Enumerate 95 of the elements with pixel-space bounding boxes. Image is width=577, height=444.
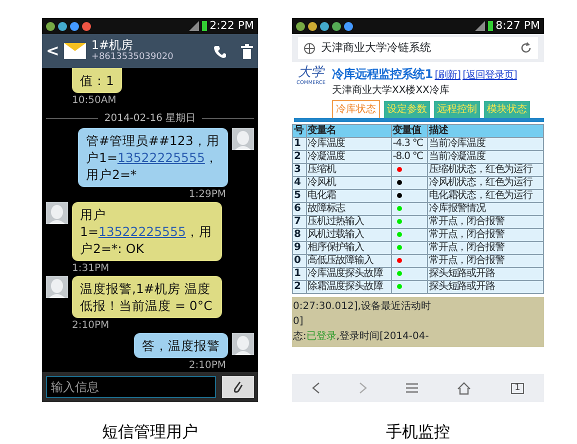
table-cell: 压缩机 [306,164,392,176]
paperclip-icon [232,380,244,394]
tabs-button[interactable]: 1 [510,382,524,394]
table-cell: 电化霜状态，红色为运行 [428,190,544,202]
avatar-icon [232,128,254,150]
table-cell: 冷凝温度 [306,150,392,164]
status-line: 0] [293,315,304,329]
status-time: 8:27 PM [496,18,540,34]
message-bubble: 管#管理员##123，用户1=13522225555，用户2=* [78,128,228,187]
caption: 短信管理用户 [101,421,199,443]
header-link[interactable]: [返回登录页] [462,68,517,83]
avatar-icon [232,333,254,355]
table-cell: 1 [292,268,306,280]
table-cell: 冷库报警情况 [428,202,544,216]
table-cell: 5 [292,190,306,202]
table-cell: 常开点，闭合报警 [428,228,544,242]
table-cell: 8 [292,228,306,242]
caption: 手机监控 [385,421,451,443]
table-cell: 电化霜 [306,190,392,202]
column-header: 描述 [428,124,544,138]
globe-icon [304,42,315,54]
table-cell: 2 [292,280,306,294]
table-cell: 冷风机状态，红色为运行 [428,176,544,190]
table-cell: 相序保护输入 [306,242,392,254]
table-cell: -4.3 ℃ [391,138,428,150]
table-cell: 压机过热输入 [306,216,392,228]
table-cell: 高低压故障输入 [306,254,392,268]
table-cell: 7 [292,216,306,228]
delete-button[interactable] [240,42,254,60]
table-cell: 除霜温度探头故障 [306,280,392,294]
table-cell: 常开点，闭合报警 [428,216,544,228]
message-bubble: 温度报警,1#机房 温度低报！当前温度 = 0°C [72,276,222,318]
table-cell: 4 [292,176,306,190]
message-input[interactable]: 输入信息 [46,376,216,398]
home-icon[interactable] [457,382,472,394]
logo-text: 大学 [297,65,326,80]
table-cell: 当前冷凝温度 [428,150,544,164]
avatar-icon [46,202,68,224]
column-header: 变量值 [391,124,428,138]
trash-icon [240,44,254,60]
table-cell: 9 [292,242,306,254]
address-bar[interactable]: 天津商业大学冷链系统 [298,37,538,59]
table-cell: 冷库温度探头故障 [306,268,392,280]
table-cell: 压缩机状态，红色为运行 [428,164,544,176]
signal-icon [188,21,199,31]
battery-icon [202,21,207,31]
table-cell: 探头短路或开路 [428,280,544,294]
table-cell: 常开点，闭合报警 [428,242,544,254]
column-header: 变量名 [306,124,392,138]
site-subtitle: 天津商业大学XX楼XX冷库 [332,84,450,98]
table-cell: 故障标志 [306,202,392,216]
message-time: 1:31PM [71,262,110,276]
table-cell: 1 [292,138,306,150]
menu-icon[interactable] [406,383,418,393]
table-cell: 常开点，闭合报警 [428,254,544,268]
status-time: 2:22 PM [210,18,254,34]
message-bubble: 值：1 [72,68,122,93]
avatar-icon [46,276,68,298]
phone-number: +8613535039020 [91,52,174,63]
battery-icon [488,21,493,31]
phone-link[interactable]: 13522225555 [98,224,186,239]
table-cell: 探头短路或开路 [428,268,544,280]
table-cell: 风机过载输入 [306,228,392,242]
table-cell: 3 [292,164,306,176]
signal-icon [474,21,485,31]
table-cell: 0 [292,254,306,268]
message-bubble: 用户1=13522225555，用户2=*: OK [72,202,222,261]
table-cell: 6 [292,202,306,216]
contact-name: 1#机房 [91,39,134,52]
table-cell: 冷风机 [306,176,392,190]
phone-icon [213,44,227,59]
message-time: 10:50AM [71,94,118,108]
page-title: 天津商业大学冷链系统 [321,40,431,56]
table-cell: -8.0 ℃ [391,150,428,164]
status-line: 态:已登录,登录时间[2014-04- [293,330,430,344]
column-header: 号 [292,124,306,138]
back-button[interactable]: < [46,43,60,59]
status-line: 0:27:30.012],设备最近活动时 [293,300,432,314]
table-cell: 冷库温度 [306,138,392,150]
message-time: 2:10PM [188,359,227,372]
call-button[interactable] [213,43,227,59]
table-cell: 当前冷库温度 [428,138,544,150]
date-divider: 2014-02-16 星期日 [46,108,254,128]
back-icon[interactable] [312,382,320,394]
site-title: 冷库远程监控系统1 [332,66,433,83]
message-time: 1:29PM [188,188,227,202]
table-cell: 2 [292,150,306,164]
message-bubble: 答，温度报警 [134,333,228,358]
tab[interactable]: 冷库状态 [332,100,380,118]
header-link[interactable]: [刷新] [434,68,461,83]
refresh-icon[interactable] [520,42,532,54]
message-time: 2:10PM [71,319,110,333]
attach-button[interactable] [222,376,254,398]
phone-link[interactable]: 13522225555 [117,150,205,165]
envelope-icon [64,43,86,59]
